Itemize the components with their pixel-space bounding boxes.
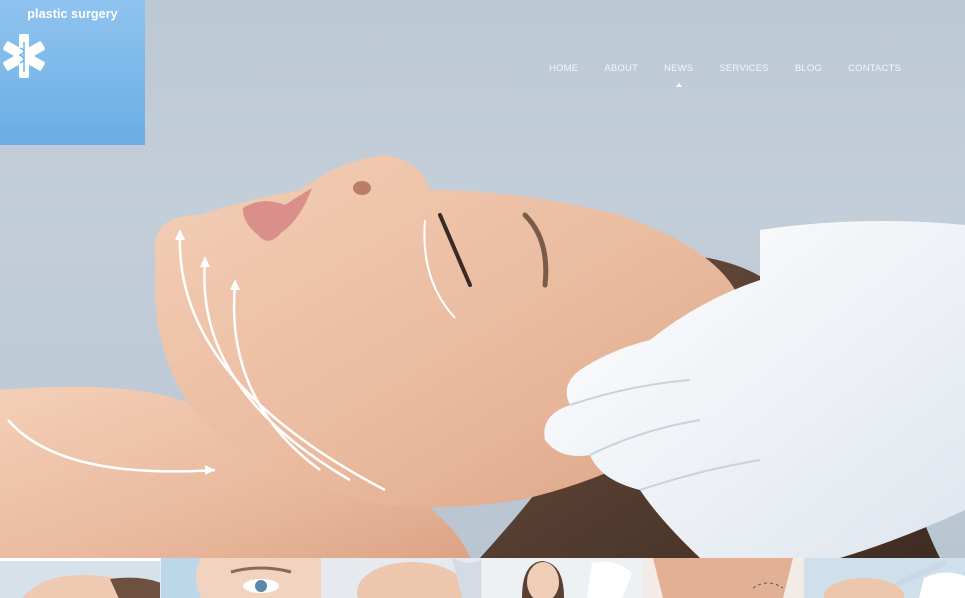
logo[interactable]: plastic surgery (0, 0, 145, 145)
woman-lying-face-thumbnail (0, 561, 160, 598)
hero-slider: plastic surgery HOME ABOUT NEWS SERVICES… (0, 0, 965, 558)
nav-label: SERVICES (719, 63, 769, 74)
thumbnail-6[interactable] (804, 558, 965, 598)
main-nav: HOME ABOUT NEWS SERVICES BLOG CONTACTS (549, 63, 901, 87)
brand-name: plastic surgery (27, 7, 118, 21)
caduceus-star-icon (3, 34, 45, 78)
nav-item-services[interactable]: SERVICES (719, 63, 768, 74)
nav-item-blog[interactable]: BLOG (795, 63, 822, 74)
nav-label: CONTACTS (848, 63, 902, 74)
nav-label: NEWS (664, 63, 694, 74)
thumbnail-1[interactable] (0, 558, 161, 598)
active-marker-icon (675, 83, 682, 87)
back-skin-thumbnail (643, 558, 804, 598)
syringe-face-thumbnail (804, 558, 965, 598)
thumbnail-5[interactable] (643, 558, 805, 598)
nav-item-about[interactable]: ABOUT (604, 63, 638, 74)
nav-label: ABOUT (604, 63, 639, 74)
thumbnail-strip (0, 558, 965, 598)
nav-item-news[interactable]: NEWS (664, 63, 694, 87)
nav-label: HOME (549, 63, 579, 74)
woman-injection-thumbnail (482, 558, 643, 598)
eye-closeup-thumbnail (160, 558, 321, 598)
nav-label: BLOG (794, 63, 823, 74)
thumbnail-2[interactable] (160, 558, 322, 598)
nav-item-home[interactable]: HOME (549, 63, 578, 74)
nav-item-contacts[interactable]: CONTACTS (848, 63, 901, 74)
thumbnail-3[interactable] (321, 558, 483, 598)
thumbnail-4[interactable] (482, 558, 644, 598)
face-treatment-thumbnail (321, 558, 482, 598)
